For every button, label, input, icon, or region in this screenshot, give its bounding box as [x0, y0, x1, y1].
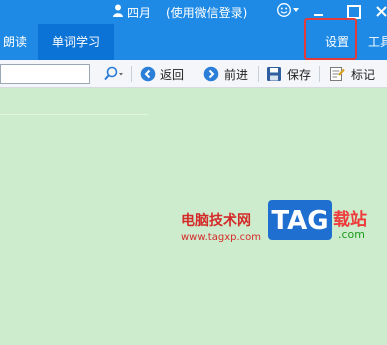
toolbar-divider — [319, 66, 320, 82]
tab-read-aloud[interactable]: 朗读 — [0, 24, 30, 60]
forward-button[interactable]: 前进 — [224, 66, 248, 83]
watermark-logo-text: TAG — [271, 206, 329, 236]
skin-icon[interactable] — [277, 3, 291, 17]
login-note: (使用微信登录) — [166, 6, 248, 20]
save-button[interactable]: 保存 — [287, 66, 311, 83]
settings-highlight-box — [304, 18, 357, 60]
toolbar: 返回 前进 保存 标记 — [0, 60, 387, 88]
bookmark-icon[interactable] — [329, 66, 345, 82]
tab-tools[interactable]: 工具 — [367, 24, 387, 60]
toolbar-divider — [131, 66, 132, 82]
user-name[interactable]: 四月 — [127, 4, 151, 21]
mark-button[interactable]: 标记 — [351, 66, 375, 83]
watermark-text: 电脑技术网 — [181, 213, 251, 229]
tab-word-study[interactable]: 单词学习 — [38, 24, 114, 60]
watermark-url: www.tagxp.com — [181, 232, 261, 243]
back-button[interactable]: 返回 — [160, 66, 184, 83]
close-icon[interactable] — [374, 4, 387, 20]
watermark-site: 载站 — [333, 210, 367, 230]
watermark-domain: .com — [338, 228, 365, 241]
content-divider — [0, 114, 148, 115]
search-input[interactable] — [0, 64, 90, 84]
search-icon[interactable] — [102, 66, 124, 82]
back-icon[interactable] — [140, 66, 156, 82]
forward-icon[interactable] — [203, 66, 219, 82]
user-icon — [113, 4, 123, 17]
dropdown-icon[interactable] — [293, 8, 299, 12]
save-icon[interactable] — [266, 66, 282, 82]
toolbar-divider — [258, 66, 259, 82]
